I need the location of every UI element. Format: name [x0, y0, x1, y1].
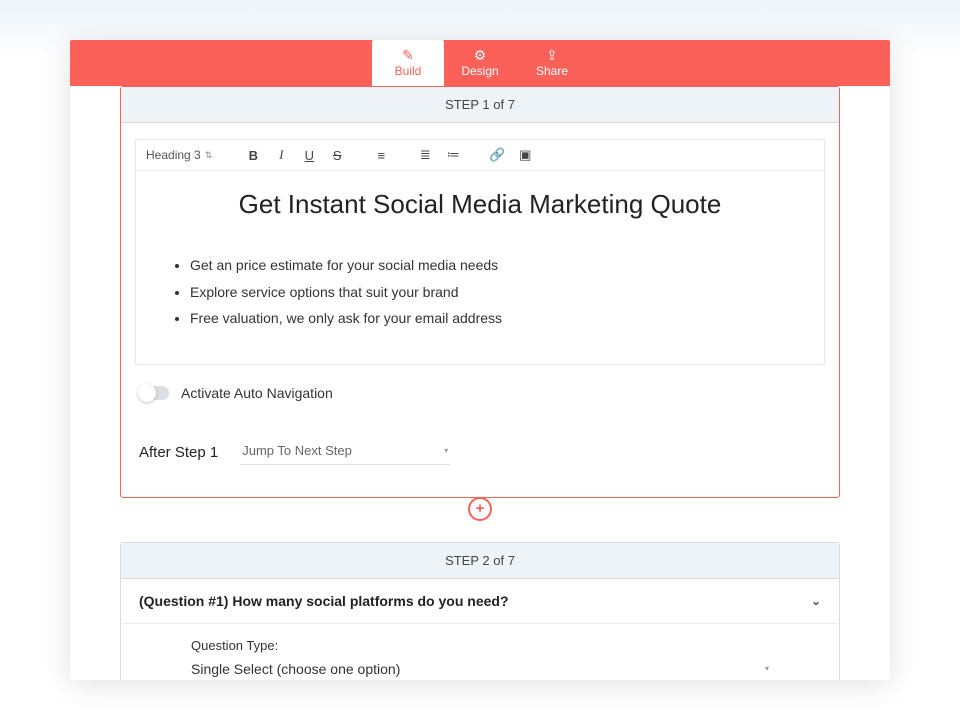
tab-design[interactable]: ⚙ Design — [444, 40, 516, 86]
tab-label: Share — [536, 64, 568, 78]
rte-title: Get Instant Social Media Marketing Quote — [160, 189, 800, 220]
rte-toolbar: Heading 3 ⇅ B I U S ≡ ≣ ≔ — [136, 140, 824, 171]
rte-content[interactable]: Get Instant Social Media Marketing Quote… — [136, 171, 824, 364]
after-step-value: Jump To Next Step — [242, 443, 352, 458]
step-2-header: STEP 2 of 7 — [121, 543, 839, 579]
pencil-icon: ✎ — [402, 48, 414, 62]
rte-bullet: Explore service options that suit your b… — [190, 279, 800, 306]
question-type-value: Single Select (choose one option) — [191, 661, 400, 677]
after-step-label: After Step 1 — [139, 444, 218, 465]
plus-icon: + — [476, 500, 485, 517]
tab-share[interactable]: ⇪ Share — [516, 40, 588, 86]
rich-text-editor: Heading 3 ⇅ B I U S ≡ ≣ ≔ — [135, 139, 825, 365]
rte-align-button[interactable]: ≡ — [372, 146, 390, 164]
step-1-header: STEP 1 of 7 — [121, 87, 839, 123]
caret-down-icon: ▾ — [765, 664, 769, 673]
chevron-down-icon: ⌄ — [811, 594, 821, 608]
tab-label: Build — [395, 64, 422, 78]
auto-nav-label: Activate Auto Navigation — [181, 385, 333, 401]
updown-icon: ⇅ — [205, 150, 213, 161]
step-1-card: STEP 1 of 7 Heading 3 ⇅ B I U S — [120, 86, 840, 498]
rte-ordered-list-button[interactable]: ≣ — [416, 146, 434, 164]
rte-link-button[interactable]: 🔗 — [488, 146, 506, 164]
top-nav: ✎ Build ⚙ Design ⇪ Share — [70, 40, 890, 86]
rte-unordered-list-button[interactable]: ≔ — [444, 146, 462, 164]
question-1-accordion[interactable]: (Question #1) How many social platforms … — [121, 579, 839, 624]
step-2-card: STEP 2 of 7 (Question #1) How many socia… — [120, 542, 840, 680]
rte-heading-value: Heading 3 — [146, 148, 201, 162]
tab-label: Design — [461, 64, 498, 78]
share-icon: ⇪ — [546, 48, 558, 62]
rte-bullet: Free valuation, we only ask for your ema… — [190, 305, 800, 332]
rte-strike-button[interactable]: S — [328, 146, 346, 164]
tab-build[interactable]: ✎ Build — [372, 40, 444, 86]
rte-bullet-list: Get an price estimate for your social me… — [160, 252, 800, 332]
auto-nav-toggle[interactable] — [139, 386, 169, 400]
rte-image-button[interactable]: ▣ — [516, 146, 534, 164]
rte-italic-button[interactable]: I — [272, 146, 290, 164]
question-type-label: Question Type: — [191, 638, 769, 653]
question-type-select[interactable]: Single Select (choose one option) ▾ — [191, 655, 769, 680]
rte-underline-button[interactable]: U — [300, 146, 318, 164]
caret-down-icon: ▾ — [444, 446, 448, 455]
rte-bullet: Get an price estimate for your social me… — [190, 252, 800, 279]
gear-icon: ⚙ — [474, 48, 487, 62]
add-step-button[interactable]: + — [468, 497, 492, 521]
rte-heading-select[interactable]: Heading 3 ⇅ — [146, 148, 218, 162]
accordion-title: (Question #1) How many social platforms … — [139, 593, 509, 609]
rte-bold-button[interactable]: B — [244, 146, 262, 164]
app-frame: ✎ Build ⚙ Design ⇪ Share STEP 1 of 7 — [70, 40, 890, 680]
after-step-select[interactable]: Jump To Next Step ▾ — [240, 439, 450, 465]
